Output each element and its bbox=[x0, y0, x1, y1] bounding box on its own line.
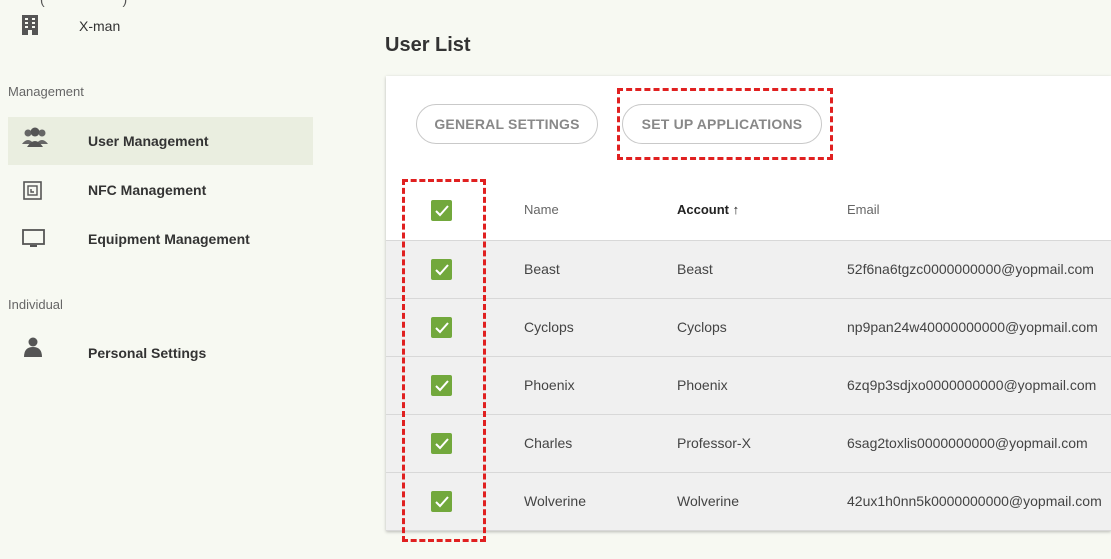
monitor-icon bbox=[22, 228, 46, 250]
cell-name: Cyclops bbox=[524, 319, 574, 335]
highlight-setup-button bbox=[617, 88, 833, 160]
cell-name: Phoenix bbox=[524, 377, 575, 393]
building-icon bbox=[20, 14, 40, 36]
cell-account: Beast bbox=[677, 261, 713, 277]
sidebar-item-personal-settings[interactable]: Personal Settings bbox=[8, 334, 313, 382]
cell-account: Phoenix bbox=[677, 377, 728, 393]
section-management-label: Management bbox=[8, 84, 84, 99]
users-icon bbox=[22, 127, 48, 149]
sidebar-item-label: NFC Management bbox=[88, 182, 207, 198]
org-name: X-man bbox=[79, 18, 121, 34]
cell-email: np9pan24w40000000000@yopmail.com bbox=[847, 319, 1098, 335]
column-header-email[interactable]: Email bbox=[847, 202, 880, 217]
sidebar-item-label: Personal Settings bbox=[88, 345, 207, 361]
table-row[interactable]: Phoenix Phoenix 6zq9p3sdjxo0000000000@yo… bbox=[386, 357, 1111, 415]
sidebar-item-equipment-management[interactable]: Equipment Management bbox=[8, 218, 313, 266]
cell-account: Cyclops bbox=[677, 319, 727, 335]
table-row[interactable]: Charles Professor-X 6sag2toxlis000000000… bbox=[386, 415, 1111, 473]
sidebar-item-label: Equipment Management bbox=[88, 231, 250, 247]
cell-email: 52f6na6tgzc0000000000@yopmail.com bbox=[847, 261, 1094, 277]
sidebar-item-user-management[interactable]: User Management bbox=[8, 117, 313, 165]
sidebar-item-label: User Management bbox=[88, 133, 209, 149]
cell-email: 6zq9p3sdjxo0000000000@yopmail.com bbox=[847, 377, 1097, 393]
cell-name: Wolverine bbox=[524, 493, 586, 509]
general-settings-button[interactable]: GENERAL SETTINGS bbox=[416, 104, 598, 144]
cell-email: 42ux1h0nn5k0000000000@yopmail.com bbox=[847, 493, 1102, 509]
table-row[interactable]: Cyclops Cyclops np9pan24w40000000000@yop… bbox=[386, 299, 1111, 357]
table-row[interactable]: Wolverine Wolverine 42ux1h0nn5k000000000… bbox=[386, 473, 1111, 531]
table-row[interactable]: Beast Beast 52f6na6tgzc0000000000@yopmai… bbox=[386, 241, 1111, 299]
cell-name: Beast bbox=[524, 261, 560, 277]
column-header-account[interactable]: Account ↑ bbox=[677, 202, 739, 217]
page-title: User List bbox=[385, 34, 471, 56]
cell-account: Professor-X bbox=[677, 435, 751, 451]
cell-email: 6sag2toxlis0000000000@yopmail.com bbox=[847, 435, 1088, 451]
nfc-icon bbox=[22, 180, 46, 202]
section-individual-label: Individual bbox=[8, 297, 63, 312]
column-header-name[interactable]: Name bbox=[524, 202, 559, 217]
org-header: X-man bbox=[20, 14, 120, 36]
sidebar-item-nfc-management[interactable]: NFC Management bbox=[8, 170, 313, 218]
user-icon bbox=[22, 336, 46, 358]
cell-account: Wolverine bbox=[677, 493, 739, 509]
highlight-checkbox-column bbox=[402, 179, 486, 542]
sidebar: X-man Management User Management NFC Man… bbox=[0, 0, 313, 559]
cell-name: Charles bbox=[524, 435, 573, 451]
table-header: Name Account ↑ Email bbox=[386, 182, 1111, 241]
